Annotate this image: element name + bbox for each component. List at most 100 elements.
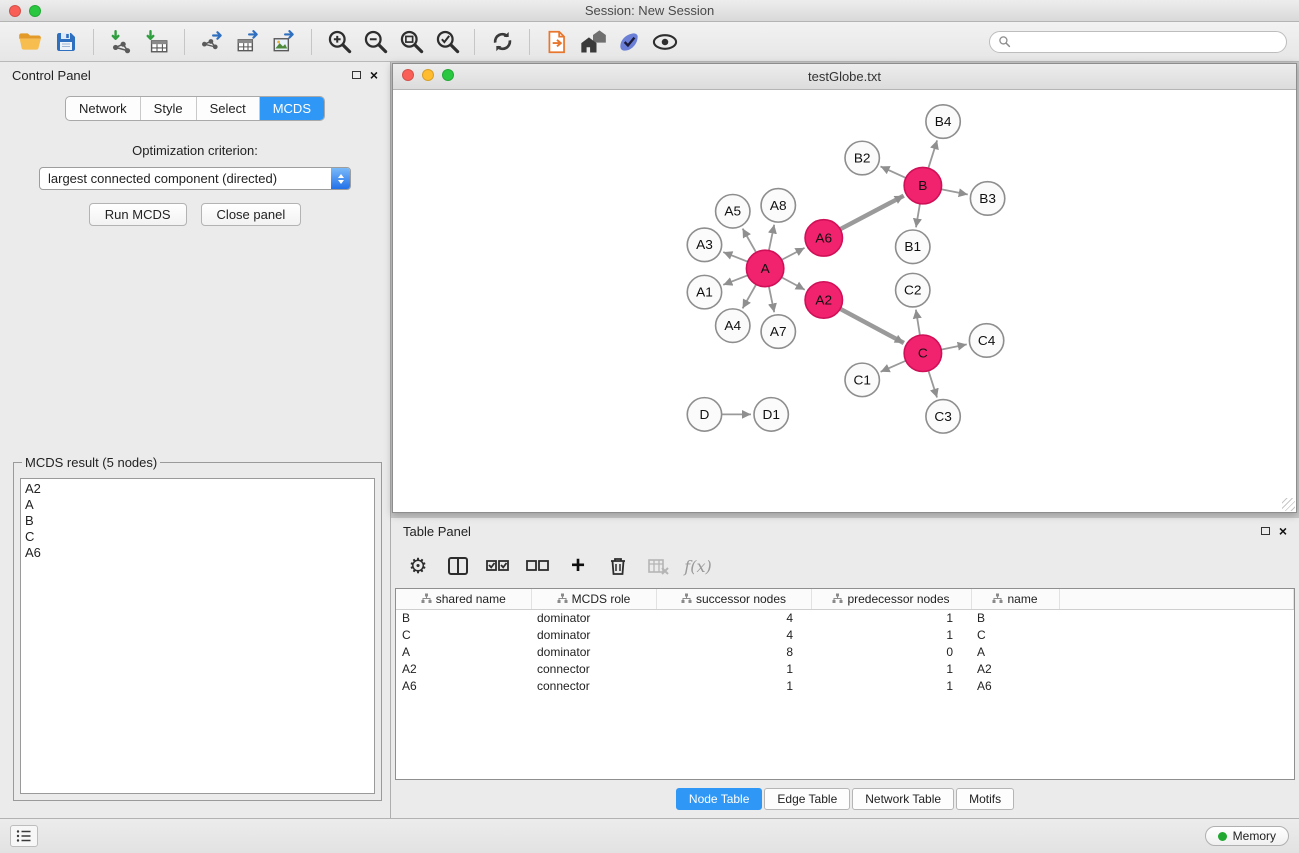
cell[interactable]: B (971, 610, 1059, 628)
graph-node-D1[interactable]: D1 (754, 398, 788, 432)
window-resize-grip[interactable] (1282, 498, 1295, 511)
mcds-result-list[interactable]: A2ABCA6 (20, 478, 375, 794)
column-header-successor-nodes[interactable]: successor nodes (656, 589, 811, 610)
cell[interactable]: connector (531, 661, 656, 678)
graph-edge-A-A4[interactable] (743, 284, 757, 308)
cell[interactable]: 1 (811, 678, 971, 695)
graph-edge-A6-B[interactable] (840, 196, 904, 230)
memory-button[interactable]: Memory (1205, 826, 1289, 846)
cell[interactable]: 1 (811, 627, 971, 644)
graph-edge-C-C4[interactable] (941, 344, 967, 349)
float-panel-icon[interactable] (352, 71, 361, 79)
apply-layout-button[interactable] (484, 26, 520, 58)
graph-edge-A-A2[interactable] (782, 277, 805, 290)
column-header-predecessor-nodes[interactable]: predecessor nodes (811, 589, 971, 610)
graph-node-A2[interactable]: A2 (805, 282, 842, 318)
node-table-container[interactable]: shared nameMCDS rolesuccessor nodesprede… (395, 588, 1295, 780)
import-table-button[interactable] (139, 26, 175, 58)
close-network-window-button[interactable] (402, 69, 414, 81)
graph-node-B3[interactable]: B3 (970, 182, 1004, 216)
function-builder-button[interactable]: f(x) (681, 550, 715, 582)
cell[interactable]: dominator (531, 610, 656, 628)
graph-node-C1[interactable]: C1 (845, 363, 879, 397)
mcds-result-item-B[interactable]: B (25, 513, 370, 529)
graph-node-A1[interactable]: A1 (687, 275, 721, 309)
mcds-result-item-C[interactable]: C (25, 529, 370, 545)
graph-node-A4[interactable]: A4 (716, 309, 750, 343)
cell[interactable]: 8 (656, 644, 811, 661)
cell[interactable]: 0 (811, 644, 971, 661)
graph-node-A5[interactable]: A5 (716, 195, 750, 229)
show-graphics-details-button[interactable] (647, 26, 683, 58)
validate-button[interactable] (611, 26, 647, 58)
graph-edge-C-C3[interactable] (928, 371, 937, 398)
graph-node-A7[interactable]: A7 (761, 315, 795, 349)
cell[interactable]: 1 (811, 610, 971, 628)
graph-edge-A-A1[interactable] (723, 275, 747, 285)
cell[interactable]: B (396, 610, 531, 628)
cell[interactable]: connector (531, 678, 656, 695)
cell[interactable]: A (971, 644, 1059, 661)
minimize-network-window-button[interactable] (422, 69, 434, 81)
zoom-selected-button[interactable] (429, 26, 465, 58)
graph-edge-A-A5[interactable] (743, 229, 757, 253)
close-panel-button[interactable]: Close panel (201, 203, 302, 226)
tab-network-table[interactable]: Network Table (852, 788, 954, 810)
run-mcds-button[interactable]: Run MCDS (89, 203, 187, 226)
table-row-B[interactable]: Bdominator41B (396, 610, 1294, 628)
graph-edge-A-A8[interactable] (769, 225, 774, 251)
graph-edge-A-A6[interactable] (782, 248, 805, 260)
graph-edge-A2-C[interactable] (840, 309, 904, 343)
graph-node-B2[interactable]: B2 (845, 141, 879, 175)
column-header-name[interactable]: name (971, 589, 1059, 610)
cell[interactable]: A6 (971, 678, 1059, 695)
graph-node-C3[interactable]: C3 (926, 400, 960, 434)
zoom-network-window-button[interactable] (442, 69, 454, 81)
tab-node-table[interactable]: Node Table (676, 788, 763, 810)
tab-motifs[interactable]: Motifs (956, 788, 1014, 810)
graph-edge-A-A3[interactable] (723, 252, 747, 262)
graph-node-A[interactable]: A (746, 250, 783, 286)
mcds-result-item-A[interactable]: A (25, 497, 370, 513)
unselect-all-columns-button[interactable] (521, 550, 555, 582)
table-row-A2[interactable]: A2connector11A2 (396, 661, 1294, 678)
network-window-titlebar[interactable]: testGlobe.txt (393, 64, 1296, 90)
zoom-fit-button[interactable] (393, 26, 429, 58)
optimization-criterion-dropdown[interactable]: largest connected component (directed) (39, 167, 351, 190)
cell[interactable]: 1 (811, 661, 971, 678)
export-network-button[interactable] (194, 26, 230, 58)
search-input[interactable] (1016, 35, 1278, 49)
import-network-button[interactable] (103, 26, 139, 58)
task-history-button[interactable] (10, 825, 38, 847)
delete-columns-button[interactable] (601, 550, 635, 582)
cell[interactable]: 1 (656, 661, 811, 678)
float-table-panel-icon[interactable] (1261, 527, 1270, 535)
graph-node-C[interactable]: C (904, 335, 941, 371)
graph-edge-C-C1[interactable] (881, 361, 906, 372)
graph-edge-A-A7[interactable] (769, 286, 774, 312)
graph-edge-B-B2[interactable] (880, 166, 905, 178)
graph-edge-B-B3[interactable] (941, 189, 968, 194)
cell[interactable]: dominator (531, 627, 656, 644)
tab-edge-table[interactable]: Edge Table (764, 788, 850, 810)
graph-edge-B-B4[interactable] (928, 140, 937, 168)
select-all-columns-button[interactable] (481, 550, 515, 582)
graph-node-B1[interactable]: B1 (896, 230, 930, 264)
tab-network[interactable]: Network (66, 97, 140, 120)
tab-select[interactable]: Select (196, 97, 259, 120)
table-row-C[interactable]: Cdominator41C (396, 627, 1294, 644)
zoom-window-button[interactable] (29, 5, 41, 17)
export-image-button[interactable] (266, 26, 302, 58)
delete-table-button[interactable] (641, 550, 675, 582)
tab-mcds[interactable]: MCDS (259, 97, 324, 120)
open-document-button[interactable] (539, 26, 575, 58)
cell[interactable]: A2 (396, 661, 531, 678)
column-header-shared-name[interactable]: shared name (396, 589, 531, 610)
cell[interactable]: A2 (971, 661, 1059, 678)
mcds-result-item-A6[interactable]: A6 (25, 545, 370, 561)
network-canvas[interactable]: B4B2BB3A5A8A6B1A3AC2A1A2A4A7C4CC1C3DD1 (393, 90, 1296, 512)
graph-node-A6[interactable]: A6 (805, 220, 842, 256)
graph-node-A3[interactable]: A3 (687, 228, 721, 262)
graph-node-D[interactable]: D (687, 398, 721, 432)
mcds-result-item-A2[interactable]: A2 (25, 481, 370, 497)
